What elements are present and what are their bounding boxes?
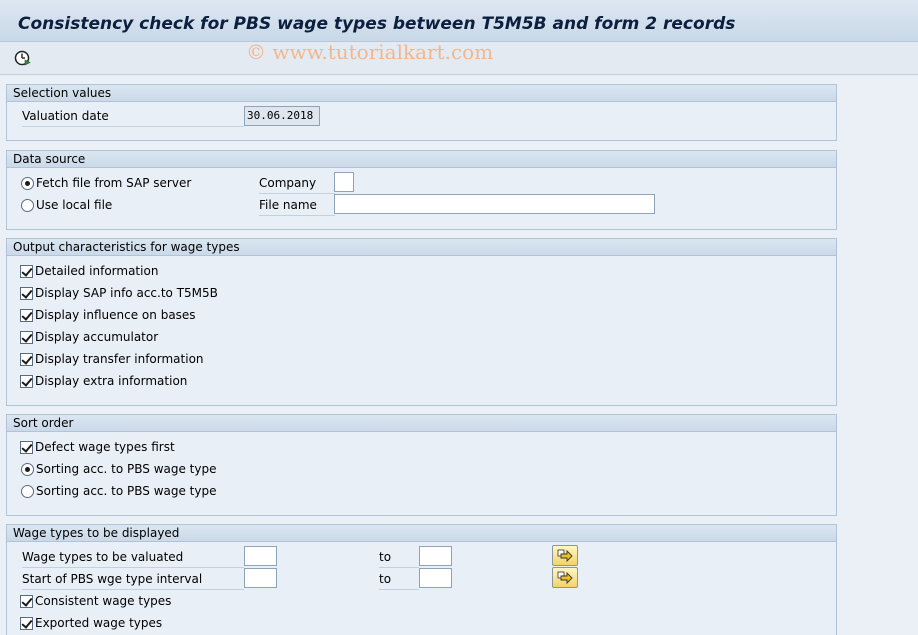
accumulator-label: Display accumulator xyxy=(35,330,159,344)
multiple-selection-button[interactable] xyxy=(552,545,578,566)
pbs-interval-from-input[interactable] xyxy=(244,568,277,588)
sort-option-2-radio[interactable] xyxy=(21,485,34,498)
group-selection-values: Selection values Valuation date 30.06.20… xyxy=(6,84,837,141)
wage-types-valuated-to-input[interactable] xyxy=(419,546,452,566)
group-header: Selection values xyxy=(7,85,836,102)
arrow-right-icon xyxy=(557,571,573,585)
transfer-info-label: Display transfer information xyxy=(35,352,204,366)
file-name-input[interactable] xyxy=(334,194,655,214)
company-label: Company xyxy=(259,173,335,194)
valuation-date-field[interactable]: 30.06.2018 xyxy=(244,106,320,126)
wage-types-valuated-from-input[interactable] xyxy=(244,546,277,566)
multiple-selection-button[interactable] xyxy=(552,567,578,588)
influence-bases-label: Display influence on bases xyxy=(35,308,196,322)
to-label: to xyxy=(379,547,419,568)
group-header: Output characteristics for wage types xyxy=(7,239,836,256)
execute-clock-icon[interactable] xyxy=(13,49,31,67)
local-file-radio[interactable] xyxy=(21,199,34,212)
valuation-date-label: Valuation date xyxy=(22,106,244,127)
detailed-info-label: Detailed information xyxy=(35,264,159,278)
exported-wage-types-checkbox[interactable] xyxy=(20,617,33,630)
watermark-text: © www.tutorialkart.com xyxy=(246,40,494,64)
sort-option-1-label: Sorting acc. to PBS wage type xyxy=(36,462,217,476)
group-wage-types: Wage types to be displayed Wage types to… xyxy=(6,524,837,635)
wage-types-valuated-label: Wage types to be valuated xyxy=(22,547,244,568)
accumulator-checkbox[interactable] xyxy=(20,331,33,344)
group-header: Wage types to be displayed xyxy=(7,525,836,542)
fetch-file-label: Fetch file from SAP server xyxy=(36,176,192,190)
to-label: to xyxy=(379,569,419,590)
arrow-right-icon xyxy=(557,549,573,563)
transfer-info-checkbox[interactable] xyxy=(20,353,33,366)
defect-first-checkbox[interactable] xyxy=(20,441,33,454)
extra-info-checkbox[interactable] xyxy=(20,375,33,388)
group-header: Data source xyxy=(7,151,836,168)
pbs-interval-label: Start of PBS wge type interval xyxy=(22,569,244,590)
consistent-wage-types-checkbox[interactable] xyxy=(20,595,33,608)
sort-option-2-label: Sorting acc. to PBS wage type xyxy=(36,484,217,498)
group-header: Sort order xyxy=(7,415,836,432)
consistent-wage-types-label: Consistent wage types xyxy=(35,594,172,608)
group-output-characteristics: Output characteristics for wage types De… xyxy=(6,238,837,406)
pbs-interval-to-input[interactable] xyxy=(419,568,452,588)
group-sort-order: Sort order Defect wage types first Sorti… xyxy=(6,414,837,516)
local-file-label: Use local file xyxy=(36,198,113,212)
influence-bases-checkbox[interactable] xyxy=(20,309,33,322)
defect-first-label: Defect wage types first xyxy=(35,440,175,454)
sort-option-1-radio[interactable] xyxy=(21,463,34,476)
sap-info-checkbox[interactable] xyxy=(20,287,33,300)
selection-screen: Selection values Valuation date 30.06.20… xyxy=(0,76,918,635)
file-name-label: File name xyxy=(259,195,335,216)
sap-info-label: Display SAP info acc.to T5M5B xyxy=(35,286,218,300)
exported-wage-types-label: Exported wage types xyxy=(35,616,163,630)
detailed-info-checkbox[interactable] xyxy=(20,265,33,278)
title-bar: Consistency check for PBS wage types bet… xyxy=(0,0,918,42)
extra-info-label: Display extra information xyxy=(35,374,188,388)
fetch-file-radio[interactable] xyxy=(21,177,34,190)
page-title: Consistency check for PBS wage types bet… xyxy=(18,14,736,34)
company-input[interactable] xyxy=(334,172,354,192)
group-data-source: Data source Fetch file from SAP server U… xyxy=(6,150,837,230)
